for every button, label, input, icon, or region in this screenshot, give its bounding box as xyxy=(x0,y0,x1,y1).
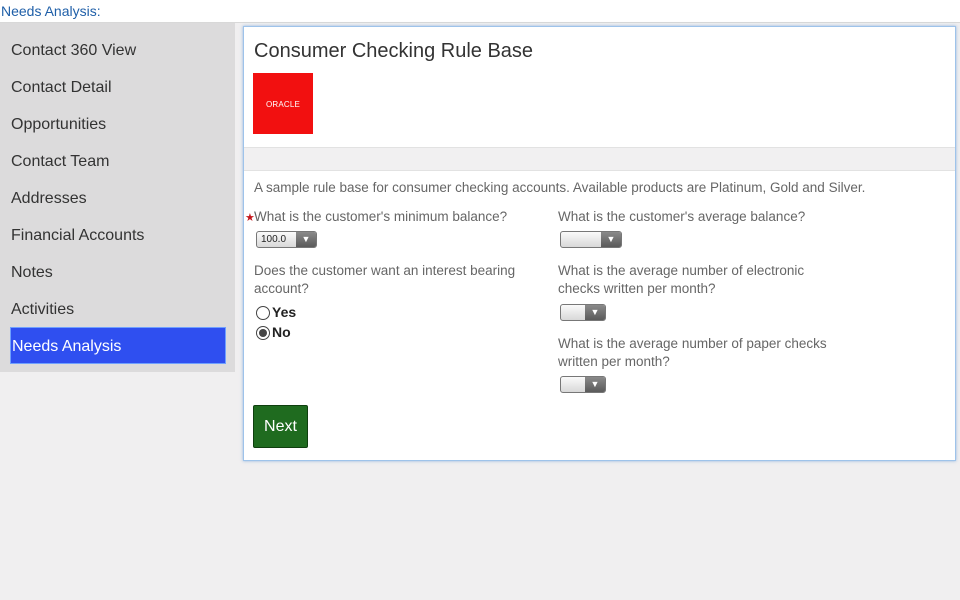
chevron-down-icon: ▼ xyxy=(585,305,605,320)
question-line: written per month? xyxy=(558,354,670,369)
sidebar-item-activities[interactable]: Activities xyxy=(10,291,226,328)
chevron-down-icon: ▼ xyxy=(296,232,316,247)
electronic-checks-select[interactable]: ▼ xyxy=(560,304,606,321)
question-line: What is the average number of electronic xyxy=(558,263,805,278)
sidebar-item-contact-detail[interactable]: Contact Detail xyxy=(10,69,226,106)
rule-base-description: A sample rule base for consumer checking… xyxy=(254,180,866,195)
next-button[interactable]: Next xyxy=(253,405,308,448)
question-paper-checks: What is the average number of paper chec… xyxy=(558,335,827,371)
question-line: checks written per month? xyxy=(558,281,716,296)
top-bar: Needs Analysis: xyxy=(0,0,960,23)
sidebar: Contact 360 View Contact Detail Opportun… xyxy=(0,23,235,372)
radio-button[interactable] xyxy=(256,306,270,320)
sidebar-item-label: Financial Accounts xyxy=(11,227,145,244)
radio-button[interactable] xyxy=(256,326,270,340)
sidebar-item-contact-team[interactable]: Contact Team xyxy=(10,143,226,180)
rule-base-panel: Consumer Checking Rule Base ORACLE A sam… xyxy=(243,26,956,461)
question-electronic-checks: What is the average number of electronic… xyxy=(558,262,804,298)
radio-label: Yes xyxy=(272,304,297,320)
min-balance-value: 100.0 xyxy=(261,234,287,245)
sidebar-item-label: Needs Analysis xyxy=(12,338,122,355)
sidebar-item-notes[interactable]: Notes xyxy=(10,254,226,291)
sidebar-item-opportunities[interactable]: Opportunities xyxy=(10,106,226,143)
question-line: Does the customer want an interest beari… xyxy=(254,263,516,278)
radio-label: No xyxy=(272,324,291,340)
sidebar-item-addresses[interactable]: Addresses xyxy=(10,180,226,217)
chevron-down-icon: ▼ xyxy=(601,232,621,247)
sidebar-item-label: Addresses xyxy=(11,190,87,207)
sidebar-item-label: Notes xyxy=(11,264,53,281)
sidebar-item-needs-analysis[interactable]: Needs Analysis xyxy=(10,327,226,364)
divider xyxy=(244,147,955,171)
avg-balance-select[interactable]: ▼ xyxy=(560,231,622,248)
question-line: What is the average number of paper chec… xyxy=(558,336,827,351)
sidebar-item-label: Opportunities xyxy=(11,116,107,133)
min-balance-select[interactable]: 100.0 ▼ xyxy=(256,231,317,248)
panel-title: Consumer Checking Rule Base xyxy=(254,40,534,62)
question-avg-balance: What is the customer's average balance? xyxy=(558,209,806,224)
question-min-balance: What is the customer's minimum balance? xyxy=(254,209,508,224)
page-title: Needs Analysis: xyxy=(1,3,101,19)
paper-checks-select[interactable]: ▼ xyxy=(560,376,606,393)
question-interest-bearing: Does the customer want an interest beari… xyxy=(254,262,515,298)
sidebar-item-label: Contact Team xyxy=(11,153,110,170)
question-line: account? xyxy=(254,281,309,296)
sidebar-item-label: Contact 360 View xyxy=(11,42,137,59)
sidebar-item-contact-360-view[interactable]: Contact 360 View xyxy=(10,32,226,69)
sidebar-item-financial-accounts[interactable]: Financial Accounts xyxy=(10,217,226,254)
oracle-logo: ORACLE xyxy=(253,73,313,134)
sidebar-item-label: Contact Detail xyxy=(11,79,112,96)
sidebar-item-label: Activities xyxy=(11,301,75,318)
logo-text: ORACLE xyxy=(265,100,301,109)
chevron-down-icon: ▼ xyxy=(585,377,605,392)
